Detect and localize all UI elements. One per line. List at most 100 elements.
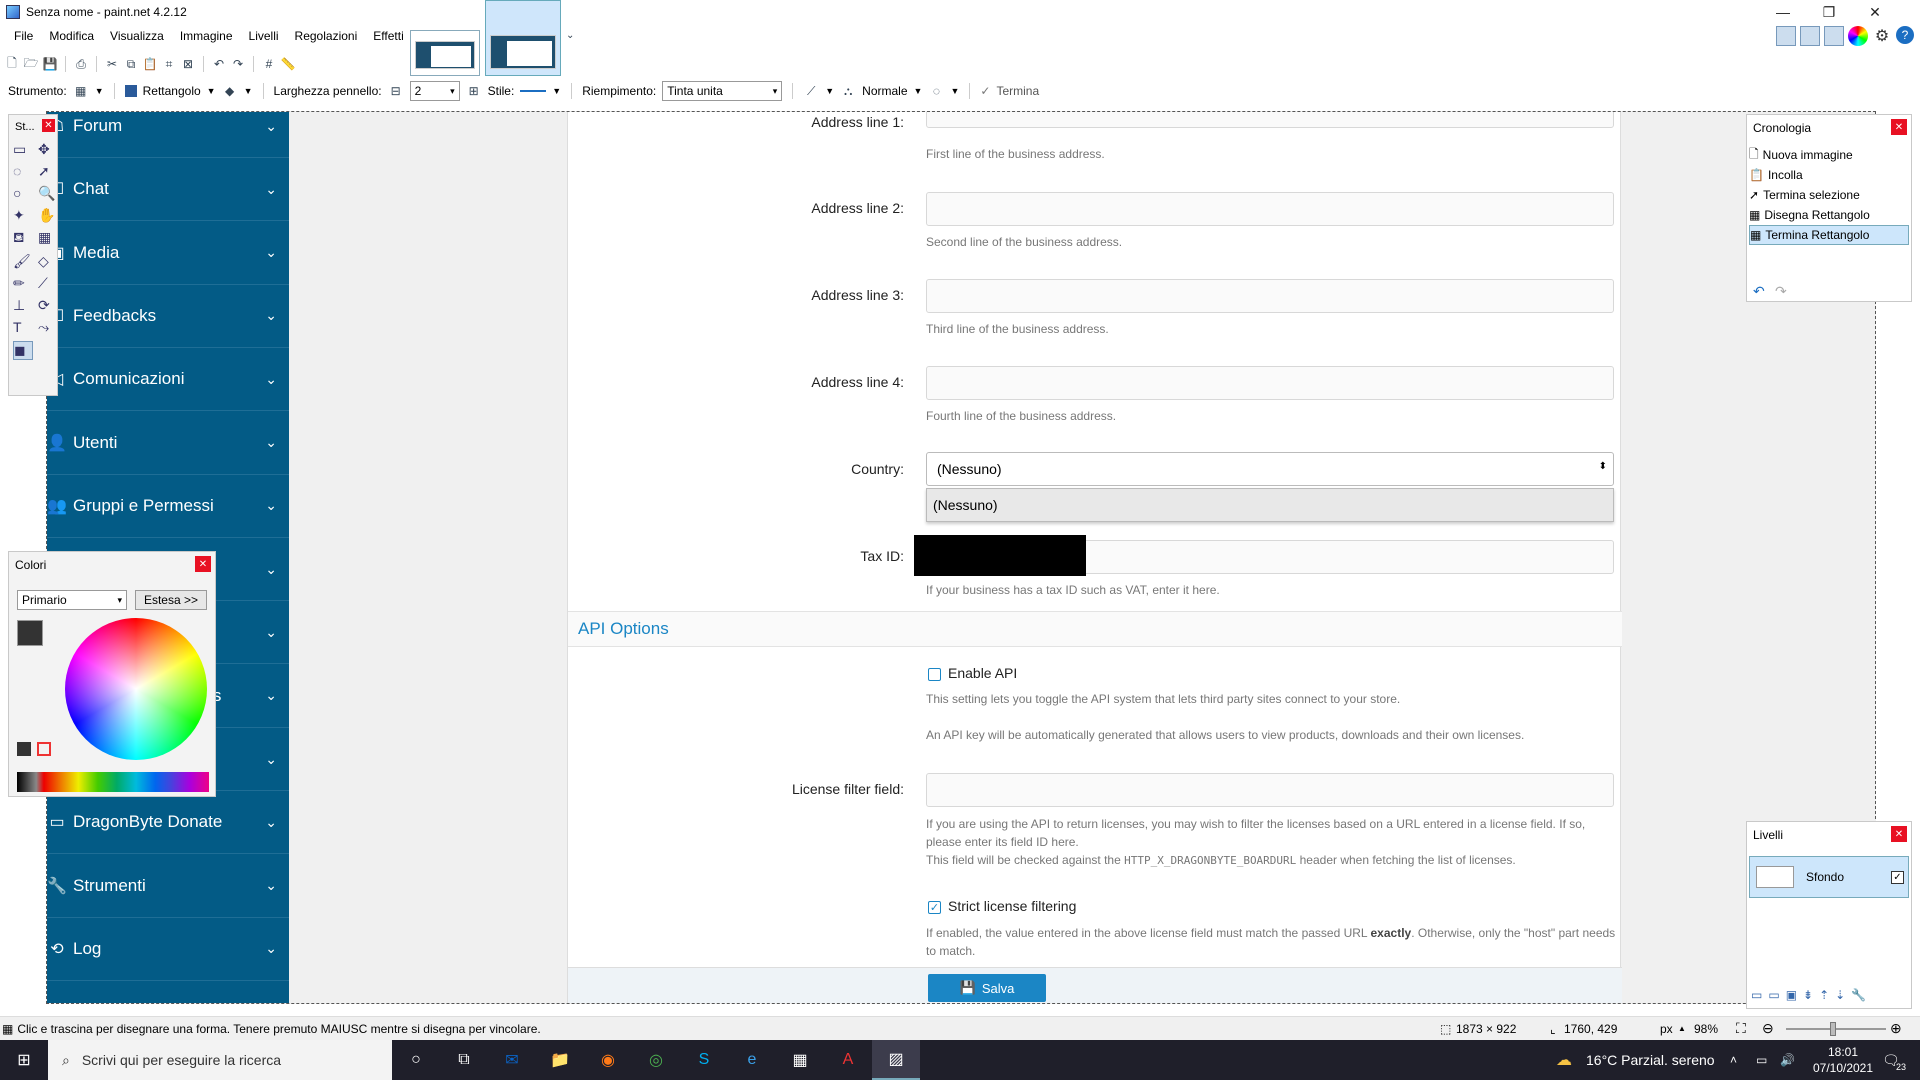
shape-dropdown-icon[interactable]: ▼ [207,86,216,96]
ruler-icon[interactable]: 📏 [280,56,296,72]
zoom-slider-thumb[interactable] [1830,1022,1836,1036]
edge-icon[interactable]: e [728,1040,776,1080]
skype-icon[interactable]: S [680,1040,728,1080]
chevron-down-icon[interactable]: ⌄ [265,371,277,388]
merge-layer-icon[interactable]: ⇟ [1803,988,1813,1002]
chevron-down-icon[interactable]: ⌄ [265,751,277,768]
sidebar-item[interactable]: 👤 Utenti ⌄ [47,412,289,475]
calculator-icon[interactable]: ▦ [776,1040,824,1080]
thumbnails-dropdown-icon[interactable]: ⌄ [566,30,574,41]
chevron-down-icon[interactable]: ⌄ [265,118,277,135]
chevron-down-icon[interactable]: ⌄ [265,814,277,831]
line-style-icon[interactable] [520,90,547,92]
recolor-tool-icon[interactable]: ⟳ [38,297,58,314]
strict-filter-checkbox[interactable]: ✓ [928,901,941,914]
enable-api-label[interactable]: Enable API [948,665,1017,681]
history-item[interactable]: 📋 Incolla [1749,165,1909,185]
fill-select[interactable]: Tinta unita ▾ [662,81,783,101]
firefox-icon[interactable]: ◉ [584,1040,632,1080]
gradient-tool-icon[interactable]: ▦ [38,229,58,248]
blend-mode[interactable]: Normale [862,84,907,98]
chevron-down-icon[interactable]: ⌄ [265,940,277,957]
shape-tool-icon[interactable]: ▦ [73,83,89,99]
sidebar-item[interactable]: ◁Comunicazioni⌄ [47,348,289,412]
add-layer-icon[interactable]: ▭ [1751,988,1762,1002]
save-icon[interactable]: 💾 [42,56,58,72]
cut-icon[interactable]: ✂ [104,56,120,72]
unit-select[interactable]: px [1660,1022,1673,1036]
menu-layers[interactable]: Livelli [241,27,287,45]
paintnet-taskbar-icon[interactable]: ▨ [872,1040,920,1080]
selection-quality-icon[interactable]: ◌ [928,83,944,99]
address2-input[interactable] [926,192,1614,226]
sidebar-item[interactable]: ▭ DragonByte Donate ⌄ [47,791,289,855]
canvas[interactable]: ☖Forum⌄☐Chat⌄▣Media⌄☐Feedbacks⌄◁Comunica… [46,111,1876,1004]
menu-edit[interactable]: Modifica [41,27,102,45]
chevron-down-icon[interactable]: ⌄ [265,624,277,641]
address4-input[interactable] [926,366,1614,400]
clock[interactable]: 18:01 07/10/2021 [1808,1044,1878,1076]
clone-stamp-tool-icon[interactable]: ⊥ [13,297,33,314]
print-icon[interactable]: ⎙ [73,56,89,72]
open-folder-icon[interactable]: 🗁 [23,56,39,72]
undo-icon[interactable]: ↶ [211,56,227,72]
address1-input[interactable] [926,112,1614,128]
bucket-tool-icon[interactable]: ⛾ [13,229,33,248]
menu-image[interactable]: Immagine [172,27,241,45]
layer-row[interactable]: Sfondo ✓ [1749,856,1909,898]
file-explorer-icon[interactable]: 📁 [536,1040,584,1080]
menu-effects[interactable]: Effetti [365,27,411,45]
color-palette[interactable] [17,772,209,792]
style-dropdown-icon[interactable]: ▼ [552,86,561,96]
colors-panel-close-button[interactable]: ✕ [195,556,211,572]
lasso-tool-icon[interactable]: ◌ [13,163,33,180]
weather-text[interactable]: 16°C Parzial. sereno [1586,1052,1715,1068]
restore-button[interactable]: ❐ [1806,0,1852,24]
ellipse-select-tool-icon[interactable]: ○ [13,185,33,202]
chevron-down-icon[interactable]: ⌄ [265,687,277,704]
deselect-icon[interactable]: ⊠ [180,56,196,72]
tools-panel-close-button[interactable]: ✕ [42,119,55,132]
decrease-width-icon[interactable]: ⊟ [388,83,404,99]
history-undo-icon[interactable]: ↶ [1753,283,1765,300]
blend-dropdown-icon[interactable]: ▼ [914,86,923,96]
sidebar-item[interactable]: ▣Media⌄ [47,222,289,285]
chevron-down-icon[interactable]: ⌄ [265,561,277,578]
settings-gear-icon[interactable]: ⚙ [1872,26,1892,46]
move-selected-tool-icon[interactable]: ➚ [38,163,58,180]
history-panel-close-button[interactable]: ✕ [1891,119,1907,135]
palette-options-icon[interactable] [37,742,51,756]
history-redo-icon[interactable]: ↷ [1775,283,1787,300]
tools-toggle-icon[interactable] [1776,26,1796,46]
unit-dropdown-icon[interactable]: ▲ [1678,1024,1686,1033]
zoom-out-icon[interactable]: ⊖ [1762,1020,1774,1037]
quality-dropdown-icon[interactable]: ▼ [950,86,959,96]
sidebar-item[interactable]: 👥 Gruppi e Permessi ⌄ [47,475,289,538]
outlook-icon[interactable]: ✉ [488,1040,536,1080]
rectangle-select-tool-icon[interactable]: ▭ [13,141,33,158]
pencil-tool-icon[interactable]: ✏ [13,275,33,292]
strict-filter-label[interactable]: Strict license filtering [948,898,1076,914]
acrobat-icon[interactable]: A [824,1040,872,1080]
history-item[interactable]: ▦ Disegna Rettangolo [1749,205,1909,225]
sidebar-item[interactable]: ☐Feedbacks⌄ [47,285,289,348]
address3-input[interactable] [926,279,1614,313]
duplicate-layer-icon[interactable]: ▣ [1786,988,1797,1002]
pan-tool-icon[interactable]: ✋ [38,207,58,224]
move-selection-tool-icon[interactable]: ✥ [38,141,58,158]
primary-color-swatch[interactable] [17,620,43,646]
history-item[interactable]: ➚ Termina selezione [1749,185,1909,205]
zoom-fit-icon[interactable]: ⛶ [1736,1020,1746,1037]
finish-button[interactable]: Termina [996,84,1039,98]
network-icon[interactable]: ▭ [1756,1053,1767,1067]
save-button[interactable]: 💾 Salva [928,974,1046,1002]
minimize-button[interactable]: — [1760,0,1806,24]
shape-draw-mode-icon[interactable]: ◆ [222,83,238,99]
colors-toggle-icon[interactable] [1848,26,1868,46]
move-layer-up-icon[interactable]: ⇡ [1819,988,1829,1002]
volume-icon[interactable]: 🔊 [1780,1053,1795,1067]
layers-toggle-icon[interactable] [1824,26,1844,46]
menu-view[interactable]: Visualizza [102,27,172,45]
sidebar-item[interactable]: ☖Forum⌄ [47,112,289,158]
menu-adjustments[interactable]: Regolazioni [287,27,366,45]
